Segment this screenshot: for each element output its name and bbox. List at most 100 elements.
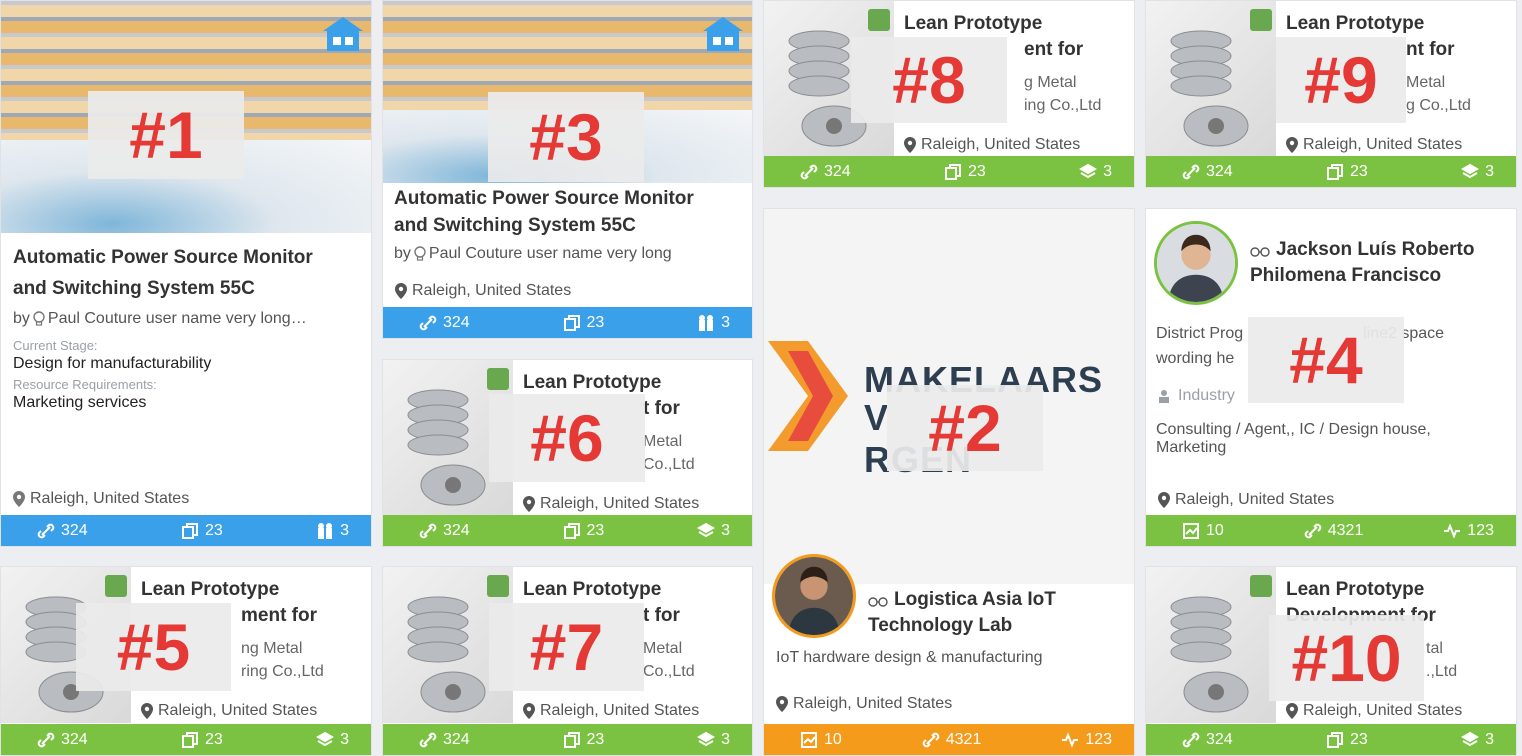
layers-icon [697, 522, 716, 537]
stats-bar: 324 23 3 [383, 515, 752, 546]
person-name[interactable]: Jackson Luís Roberto Philomena Francisco [1250, 237, 1475, 289]
layers-icon [1461, 163, 1480, 178]
stat-views: 324 [1182, 731, 1233, 749]
chart-icon [801, 731, 817, 748]
stats-bar: 324 23 3 [1, 515, 371, 546]
link-icon [419, 315, 437, 330]
marker-label: #10 [1269, 615, 1424, 701]
stats-bar: 324 23 3 [1146, 724, 1516, 755]
stat-team: 3 [316, 522, 349, 540]
store-badge-icon [487, 575, 509, 597]
stat-links: 4321 [1304, 522, 1363, 540]
copy-icon [563, 314, 580, 331]
link-icon [1182, 164, 1200, 179]
marker-label: #2 [887, 385, 1043, 471]
company-name[interactable]: Logistica Asia IoT Technology Lab [868, 587, 1056, 639]
stat-links: 4321 [922, 731, 981, 749]
stat-layers: 3 [1079, 163, 1112, 181]
store-icon [703, 17, 743, 51]
stats-bar: 324 23 3 [1146, 156, 1516, 187]
stat-views: 324 [37, 731, 88, 749]
link-icon [419, 732, 437, 747]
location: Raleigh, United States [1286, 702, 1462, 720]
team-icon [318, 522, 333, 539]
product-card-6[interactable]: Lean Prototype t for Metal Co.,Ltd Raleigh… [382, 359, 753, 547]
person-card-4[interactable]: Jackson Luís Roberto Philomena Francisco… [1145, 208, 1517, 547]
product-card-5[interactable]: Lean Prototype ment for ng Metal ring Co.,… [0, 566, 372, 756]
author-name[interactable]: Paul Couture user name very long… [48, 310, 307, 328]
location-pin-icon [904, 137, 916, 153]
stat-views: 324 [800, 163, 851, 181]
location: Raleigh, United States [13, 490, 189, 508]
store-badge-icon [868, 9, 890, 31]
logo-arrow-icon [768, 341, 848, 451]
location-pin-icon [1286, 703, 1298, 719]
team-icon [699, 314, 714, 331]
stat-copies: 23 [563, 522, 604, 540]
stat-views: 324 [419, 731, 470, 749]
company-card-2[interactable]: MAKELAARS VRGEN Logistica Asia IoT Techn… [763, 208, 1135, 756]
author-name[interactable]: Paul Couture user name very long [429, 245, 672, 263]
store-badge-icon [1250, 575, 1272, 597]
stat-views: 324 [419, 314, 470, 332]
resource-label: Resource Requirements: [13, 377, 157, 392]
company-description: IoT hardware design & manufacturing [776, 649, 1043, 666]
chart-icon [1183, 522, 1199, 539]
stats-bar: 10 4321 123 [1146, 515, 1516, 546]
pulse-icon [1444, 522, 1461, 539]
store-badge-icon [105, 575, 127, 597]
store-badge-icon [487, 368, 509, 390]
location-pin-icon [523, 496, 535, 512]
copy-icon [182, 522, 198, 539]
project-card-3[interactable]: Automatic Power Source Monitor and Switch… [382, 0, 753, 339]
store-icon [323, 17, 363, 51]
avatar[interactable] [772, 554, 856, 638]
location: Raleigh, United States [523, 702, 699, 720]
location: Raleigh, United States [523, 495, 699, 513]
stat-activity: 123 [1443, 522, 1494, 540]
location-pin-icon [523, 703, 535, 719]
link-icon [419, 523, 437, 538]
stat-activity: 123 [1061, 731, 1112, 749]
copy-icon [182, 731, 198, 748]
marker-label: #1 [88, 91, 244, 179]
project-title[interactable]: Automatic Power Source Monitor and Switch… [13, 242, 313, 304]
product-card-9[interactable]: Lean Prototype nt for Metal g Co.,Ltd Rale… [1145, 0, 1517, 188]
location-pin-icon [1158, 492, 1170, 508]
product-card-8[interactable]: Lean Prototype ent for g Metal ing Co.,Ltd… [763, 0, 1135, 188]
stat-views: 324 [419, 522, 470, 540]
stat-layers: 3 [697, 522, 730, 540]
copy-icon [1327, 731, 1343, 748]
layers-icon [1461, 731, 1480, 746]
industry-tags: Consulting / Agent,, IC / Design house, … [1156, 421, 1431, 456]
product-card-10[interactable]: Lean PrototypeDevelopment for tal.,Ltd R… [1145, 566, 1517, 756]
stat-views: 324 [1182, 163, 1233, 181]
store-badge-icon [1250, 9, 1272, 31]
stats-bar: 324 23 3 [1, 724, 371, 755]
stat-layers: 3 [1461, 163, 1494, 181]
layers-icon [316, 731, 335, 746]
link-icon [800, 164, 818, 179]
glasses-icon [868, 597, 888, 607]
location-pin-icon [1286, 137, 1298, 153]
stat-copies: 23 [563, 731, 604, 749]
stat-copies: 23 [563, 314, 604, 332]
stat-layers: 3 [697, 731, 730, 749]
product-card-7[interactable]: Lean Prototype t for Metal Co.,Ltd Raleigh… [382, 566, 753, 756]
stat-copies: 23 [181, 731, 223, 749]
link-icon [1182, 732, 1200, 747]
location-pin-icon [395, 283, 407, 299]
location-pin-icon [776, 696, 788, 712]
location-pin-icon [13, 491, 25, 507]
marker-label: #9 [1276, 37, 1406, 123]
project-title[interactable]: Automatic Power Source Monitor and Switch… [394, 185, 694, 239]
resource-value: Marketing services [13, 394, 147, 411]
marker-label: #6 [489, 394, 645, 482]
card-grid: Automatic Power Source Monitor and Switch… [0, 0, 1522, 756]
copy-icon [1327, 163, 1343, 180]
industry-label: Industry [1156, 387, 1235, 405]
project-card-1[interactable]: Automatic Power Source Monitor and Switch… [0, 0, 372, 547]
avatar[interactable] [1154, 221, 1238, 305]
layers-icon [1079, 163, 1098, 178]
pulse-icon [1062, 731, 1079, 748]
